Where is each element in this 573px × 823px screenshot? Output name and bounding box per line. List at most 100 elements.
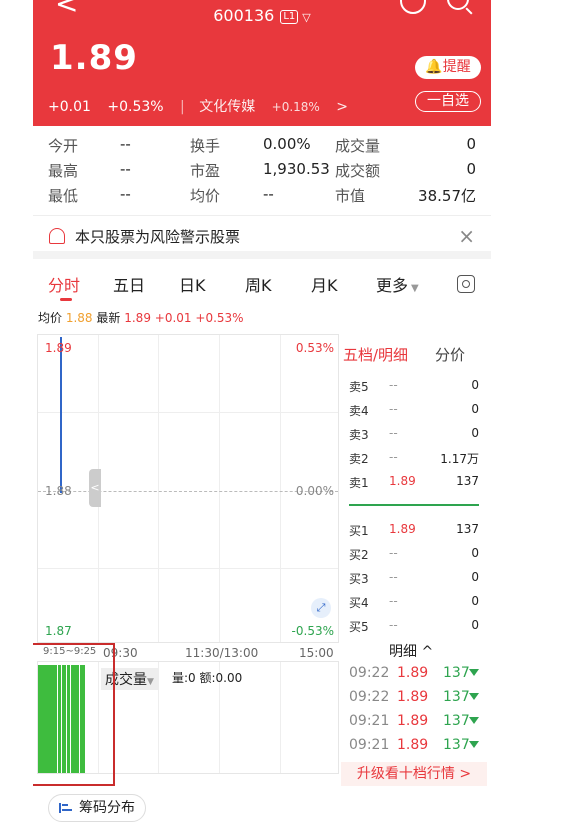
stat-value: 0 <box>466 160 476 178</box>
price-summary-line: 均价 1.88 最新 1.89 +0.01 +0.53% <box>38 309 244 326</box>
stat-label: 成交额 <box>335 162 381 180</box>
grid-line <box>158 662 159 773</box>
sector-link[interactable]: 文化传媒 +0.18% > <box>199 99 360 115</box>
tab-monthly-k[interactable]: 月K <box>311 272 338 296</box>
price-line <box>60 337 62 493</box>
tab-more[interactable]: 更多 ▼ <box>376 272 419 296</box>
settings-icon[interactable] <box>457 275 475 293</box>
trade-volume: 137 <box>443 665 470 681</box>
volume-info: 量:0 额:0.00 <box>172 671 243 685</box>
bid-price: -- <box>389 570 398 584</box>
chart-tabs: 分时 五日 日K 周K 月K 更多 ▼ <box>33 268 491 304</box>
trade-price: 1.89 <box>397 689 429 705</box>
ask-price: -- <box>389 402 398 416</box>
trade-price: 1.89 <box>397 737 429 753</box>
stat-label: 成交量 <box>335 137 381 155</box>
trade-detail-toggle[interactable]: 明细 ^ <box>389 641 433 661</box>
stat-value: 0.00% <box>263 135 311 153</box>
tab-daily-k[interactable]: 日K <box>179 272 206 296</box>
current-price: 1.89 <box>50 38 138 78</box>
tab-price-distribution[interactable]: 分价 <box>435 344 465 365</box>
bid-volume: 137 <box>456 522 479 536</box>
ask-name: 卖3 <box>349 428 369 442</box>
trade-time: 09:21 <box>349 737 390 753</box>
latest-change: +0.01 <box>154 311 192 325</box>
ask-row: 卖4 -- 0 <box>341 402 487 426</box>
stat-value: -- <box>120 160 131 178</box>
alert-label: 提醒 <box>442 59 471 75</box>
chip-distribution-label: 筹码分布 <box>79 800 135 816</box>
bars-icon <box>59 803 72 813</box>
trade-time: 09:22 <box>349 665 390 681</box>
chevron-down-icon: ▽ <box>302 11 311 24</box>
remove-watchlist-button[interactable]: 一自选 <box>415 91 481 112</box>
latest-value: 1.89 <box>124 311 151 325</box>
tab-order-book[interactable]: 五档/明细 <box>343 344 408 365</box>
upgrade-level2-button[interactable]: 升级看十档行情 > <box>341 762 487 786</box>
y-label-bottom: 1.87 <box>45 624 72 638</box>
bid-row: 买4 -- 0 <box>341 594 487 618</box>
tab-weekly-k[interactable]: 周K <box>245 272 272 296</box>
pct-label-top: 0.53% <box>295 341 334 355</box>
grid-line <box>280 335 281 642</box>
bid-name: 买2 <box>349 548 369 562</box>
latest-pct: +0.53% <box>195 311 244 325</box>
bid-row: 买1 1.89 137 <box>341 522 487 546</box>
ask-row: 卖5 -- 0 <box>341 378 487 402</box>
prev-close-line <box>38 491 338 492</box>
tab-five-day[interactable]: 五日 <box>113 272 145 296</box>
close-icon[interactable]: × <box>458 224 475 248</box>
order-book-panel: 五档/明细 分价 卖5 -- 0 卖4 -- 0 卖3 -- 0 卖2 -- 1.17万 卖1 1… <box>341 334 491 789</box>
trade-price: 1.89 <box>397 665 429 681</box>
avg-value: 1.88 <box>65 311 93 325</box>
time-label: 15:00 <box>299 646 334 660</box>
ask-name: 卖1 <box>349 476 369 490</box>
stock-code: 600136 <box>213 6 275 25</box>
sector-pct: +0.18% <box>271 100 320 114</box>
chevron-right-icon: > <box>336 99 349 115</box>
arrow-down-icon <box>469 717 479 724</box>
trade-volume: 137 <box>443 689 470 705</box>
bid-volume: 0 <box>471 570 479 584</box>
active-tab-indicator <box>60 298 72 301</box>
trade-price: 1.89 <box>397 713 429 729</box>
chip-distribution-button[interactable]: 筹码分布 <box>48 794 146 822</box>
bid-price: -- <box>389 618 398 632</box>
stat-label: 均价 <box>190 187 221 205</box>
expand-icon[interactable]: ⤢ <box>311 598 331 618</box>
bid-volume: 0 <box>471 546 479 560</box>
warning-icon <box>49 228 65 244</box>
ask-volume: 0 <box>471 426 479 440</box>
alert-button[interactable]: 🔔提醒 <box>415 56 481 79</box>
triangle-down-icon: ▼ <box>411 283 419 294</box>
trade-row: 09:21 1.89 137 <box>349 713 489 737</box>
stat-label: 今开 <box>48 137 79 155</box>
stat-value: 1,930.53 <box>263 160 330 178</box>
ask-volume: 137 <box>456 474 479 488</box>
time-label: 11:30/13:00 <box>185 646 259 660</box>
ask-name: 卖5 <box>349 380 369 394</box>
bid-name: 买1 <box>349 524 369 538</box>
ask-price: -- <box>389 450 398 464</box>
divider: | <box>180 99 185 115</box>
bid-name: 买4 <box>349 596 369 610</box>
risk-warning-text: 本只股票为风险警示股票 <box>75 228 241 246</box>
pct-label-mid: 0.00% <box>295 484 334 498</box>
bid-price: 1.89 <box>389 522 416 536</box>
tab-intraday[interactable]: 分时 <box>48 272 80 296</box>
highlight-box <box>33 643 115 786</box>
sector-name: 文化传媒 <box>199 99 256 115</box>
trade-time: 09:21 <box>349 713 390 729</box>
ask-price: 1.89 <box>389 474 416 488</box>
collapse-handle[interactable]: < <box>89 469 101 507</box>
trade-volume: 137 <box>443 713 470 729</box>
ask-row: 卖1 1.89 137 <box>341 474 487 498</box>
risk-warning-banner: 本只股票为风险警示股票 × <box>33 215 491 259</box>
y-label-mid: 1.88 <box>45 484 72 498</box>
arrow-down-icon <box>469 741 479 748</box>
quote-header: < 600136 L1 ▽ 1.89 🔔提醒 一自选 +0.01 +0.53% | … <box>33 0 491 126</box>
pct-label-bottom: -0.53% <box>291 624 334 638</box>
intraday-chart[interactable]: 1.89 1.88 1.87 0.53% 0.00% -0.53% < ⤢ <box>37 334 339 643</box>
bid-row: 买2 -- 0 <box>341 546 487 570</box>
stat-value: -- <box>120 135 131 153</box>
